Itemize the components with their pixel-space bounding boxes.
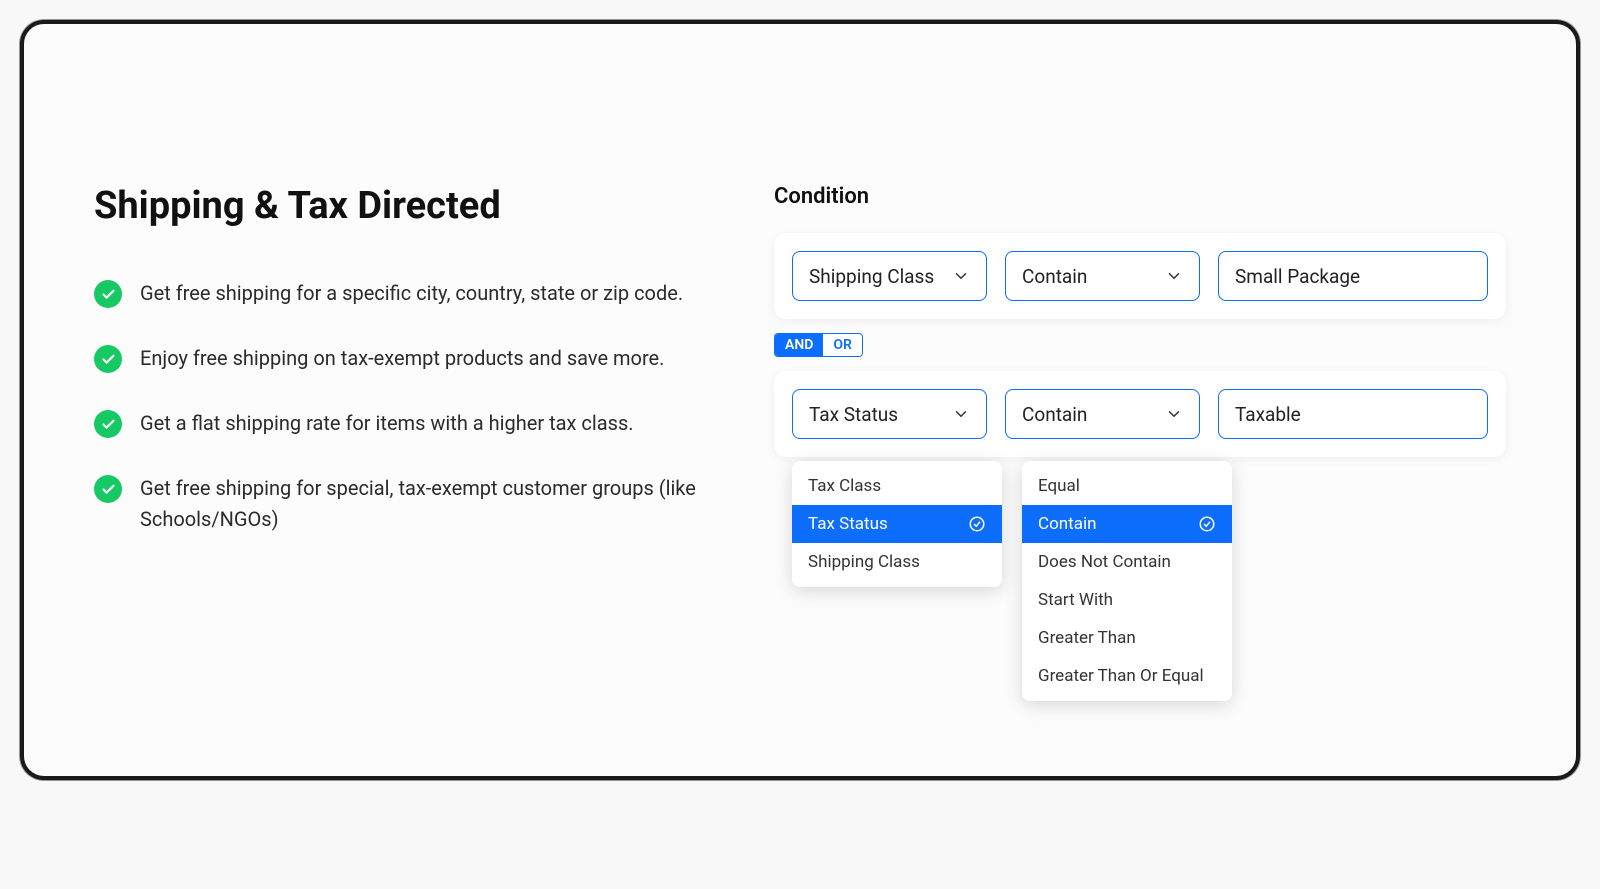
value-input-text: Taxable <box>1235 403 1301 426</box>
value-input[interactable]: Taxable <box>1218 389 1488 439</box>
option-label: Contain <box>1038 514 1096 534</box>
check-circle-icon <box>968 515 986 533</box>
app-frame: Shipping & Tax Directed Get free shippin… <box>20 20 1580 780</box>
operator-select-value: Contain <box>1022 403 1087 426</box>
operator-select-value: Contain <box>1022 265 1087 288</box>
check-icon <box>94 280 122 308</box>
field-select[interactable]: Tax Status <box>792 389 987 439</box>
feature-list: Get free shipping for a specific city, c… <box>94 278 714 535</box>
dropdown-option-start-with[interactable]: Start With <box>1022 581 1232 619</box>
chevron-down-icon <box>952 267 970 285</box>
operator-select[interactable]: Contain <box>1005 251 1200 301</box>
chevron-down-icon <box>1165 267 1183 285</box>
list-item: Enjoy free shipping on tax-exempt produc… <box>94 343 714 374</box>
option-label: Greater Than Or Equal <box>1038 666 1204 686</box>
list-item: Get free shipping for special, tax-exemp… <box>94 473 714 535</box>
dropdown-option-shipping-class[interactable]: Shipping Class <box>792 543 1002 581</box>
chevron-down-icon <box>952 405 970 423</box>
condition-row-2: Tax Status Contain Taxable <box>774 371 1506 457</box>
value-input[interactable]: Small Package <box>1218 251 1488 301</box>
logic-toggle[interactable]: AND OR <box>774 333 863 357</box>
field-select[interactable]: Shipping Class <box>792 251 987 301</box>
dropdown-option-does-not-contain[interactable]: Does Not Contain <box>1022 543 1232 581</box>
logic-and[interactable]: AND <box>775 334 823 356</box>
field-select-value: Shipping Class <box>809 265 934 288</box>
check-icon <box>94 475 122 503</box>
value-input-text: Small Package <box>1235 265 1360 288</box>
dropdown-option-tax-class[interactable]: Tax Class <box>792 467 1002 505</box>
content-row: Shipping & Tax Directed Get free shippin… <box>94 184 1506 535</box>
dropdown-option-greater-than[interactable]: Greater Than <box>1022 619 1232 657</box>
dropdown-option-contain[interactable]: Contain <box>1022 505 1232 543</box>
dropdown-option-equal[interactable]: Equal <box>1022 467 1232 505</box>
option-label: Equal <box>1038 476 1080 496</box>
feature-text: Get a flat shipping rate for items with … <box>140 408 634 439</box>
page-title: Shipping & Tax Directed <box>94 184 714 228</box>
left-column: Shipping & Tax Directed Get free shippin… <box>94 184 714 535</box>
logic-or[interactable]: OR <box>823 334 862 356</box>
field-select-value: Tax Status <box>809 403 898 426</box>
chevron-down-icon <box>1165 405 1183 423</box>
check-circle-icon <box>1198 515 1216 533</box>
check-icon <box>94 345 122 373</box>
option-label: Tax Class <box>808 476 881 496</box>
condition-heading: Condition <box>774 184 1506 209</box>
dropdown-option-greater-than-or-equal[interactable]: Greater Than Or Equal <box>1022 657 1232 695</box>
option-label: Start With <box>1038 590 1113 610</box>
option-label: Greater Than <box>1038 628 1136 648</box>
option-label: Does Not Contain <box>1038 552 1171 572</box>
list-item: Get free shipping for a specific city, c… <box>94 278 714 309</box>
feature-text: Get free shipping for special, tax-exemp… <box>140 473 714 535</box>
feature-text: Enjoy free shipping on tax-exempt produc… <box>140 343 664 374</box>
feature-text: Get free shipping for a specific city, c… <box>140 278 683 309</box>
operator-dropdown: Equal Contain Does Not Contain Start Wit… <box>1022 461 1232 701</box>
option-label: Shipping Class <box>808 552 920 572</box>
dropdown-option-tax-status[interactable]: Tax Status <box>792 505 1002 543</box>
option-label: Tax Status <box>808 514 888 534</box>
condition-row-1: Shipping Class Contain Small Package <box>774 233 1506 319</box>
list-item: Get a flat shipping rate for items with … <box>94 408 714 439</box>
field-dropdown: Tax Class Tax Status Shipping Class <box>792 461 1002 587</box>
condition-row-2-wrapper: Tax Status Contain Taxable Tax Class <box>774 371 1506 457</box>
operator-select[interactable]: Contain <box>1005 389 1200 439</box>
check-icon <box>94 410 122 438</box>
right-column: Condition Shipping Class Contain Small P… <box>774 184 1506 457</box>
